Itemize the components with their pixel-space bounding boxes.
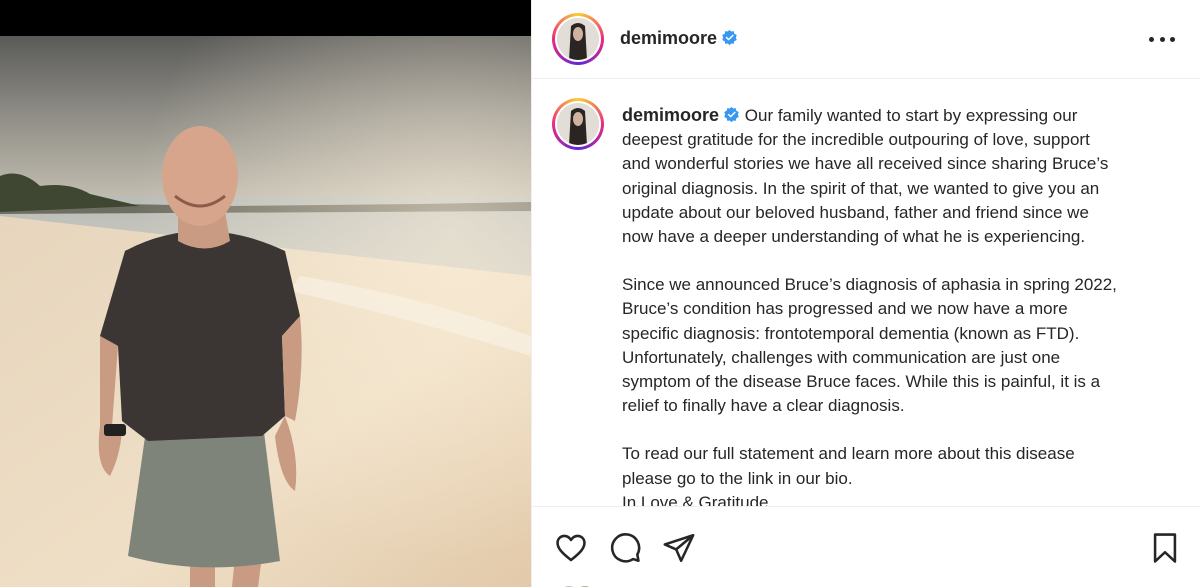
caption-line: original diagnosis. In the spirit of tha… bbox=[622, 178, 1100, 198]
post-media-panel bbox=[0, 0, 531, 587]
caption-line: update about our beloved husband, father… bbox=[622, 202, 1089, 222]
verified-badge-icon bbox=[724, 106, 739, 123]
comment-icon[interactable] bbox=[608, 531, 642, 565]
username-link[interactable]: demimoore bbox=[620, 28, 717, 48]
paper-plane-icon[interactable] bbox=[662, 531, 696, 565]
caption-username-link[interactable]: demimoore bbox=[622, 105, 719, 125]
heart-icon[interactable] bbox=[554, 531, 588, 565]
caption-text: demimoore Our family wanted to start by … bbox=[622, 103, 1167, 506]
caption-line: specific diagnosis: frontotemporal demen… bbox=[622, 323, 1080, 343]
caption-line: symptom of the disease Bruce faces. Whil… bbox=[622, 372, 1101, 392]
caption-line: Unfortunately, challenges with communica… bbox=[622, 347, 1061, 367]
caption-line: Since we announced Bruce’s diagnosis of … bbox=[622, 275, 1117, 295]
beach-photo-illustration bbox=[0, 36, 531, 587]
caption-line-1: demimoore Our family wanted to start by … bbox=[622, 103, 1167, 128]
caption-line: deepest gratitude for the incredible out… bbox=[622, 130, 1090, 150]
caption-line: and wonderful stories we have all receiv… bbox=[622, 154, 1109, 174]
profile-avatar[interactable] bbox=[552, 13, 604, 65]
caption-area: demimoore Our family wanted to start by … bbox=[532, 80, 1200, 506]
media-letterbox bbox=[0, 0, 531, 36]
more-options-icon[interactable] bbox=[1149, 28, 1175, 50]
caption-line: please go to the link in our bio. bbox=[622, 468, 853, 488]
caption-line: now have a deeper understanding of what … bbox=[622, 227, 1086, 247]
caption-line: relief to finally have a clear diagnosis… bbox=[622, 396, 905, 416]
post-actions-bar bbox=[532, 506, 1200, 587]
post-photo[interactable] bbox=[0, 36, 531, 587]
caption-avatar[interactable] bbox=[552, 98, 604, 150]
caption-line: In Love & Gratitude bbox=[622, 492, 769, 506]
caption-line: Our family wanted to start by expressing… bbox=[744, 106, 1078, 125]
post-details-panel: demimoore demimoore Our family wanted to… bbox=[531, 0, 1200, 587]
post-header: demimoore bbox=[532, 0, 1200, 79]
caption-line: To read our full statement and learn mor… bbox=[622, 444, 1075, 464]
bookmark-icon[interactable] bbox=[1148, 531, 1182, 565]
header-username-row: demimoore bbox=[620, 28, 738, 49]
caption-line: Bruce’s condition has progressed and we … bbox=[622, 299, 1068, 319]
verified-badge-icon bbox=[722, 29, 737, 46]
